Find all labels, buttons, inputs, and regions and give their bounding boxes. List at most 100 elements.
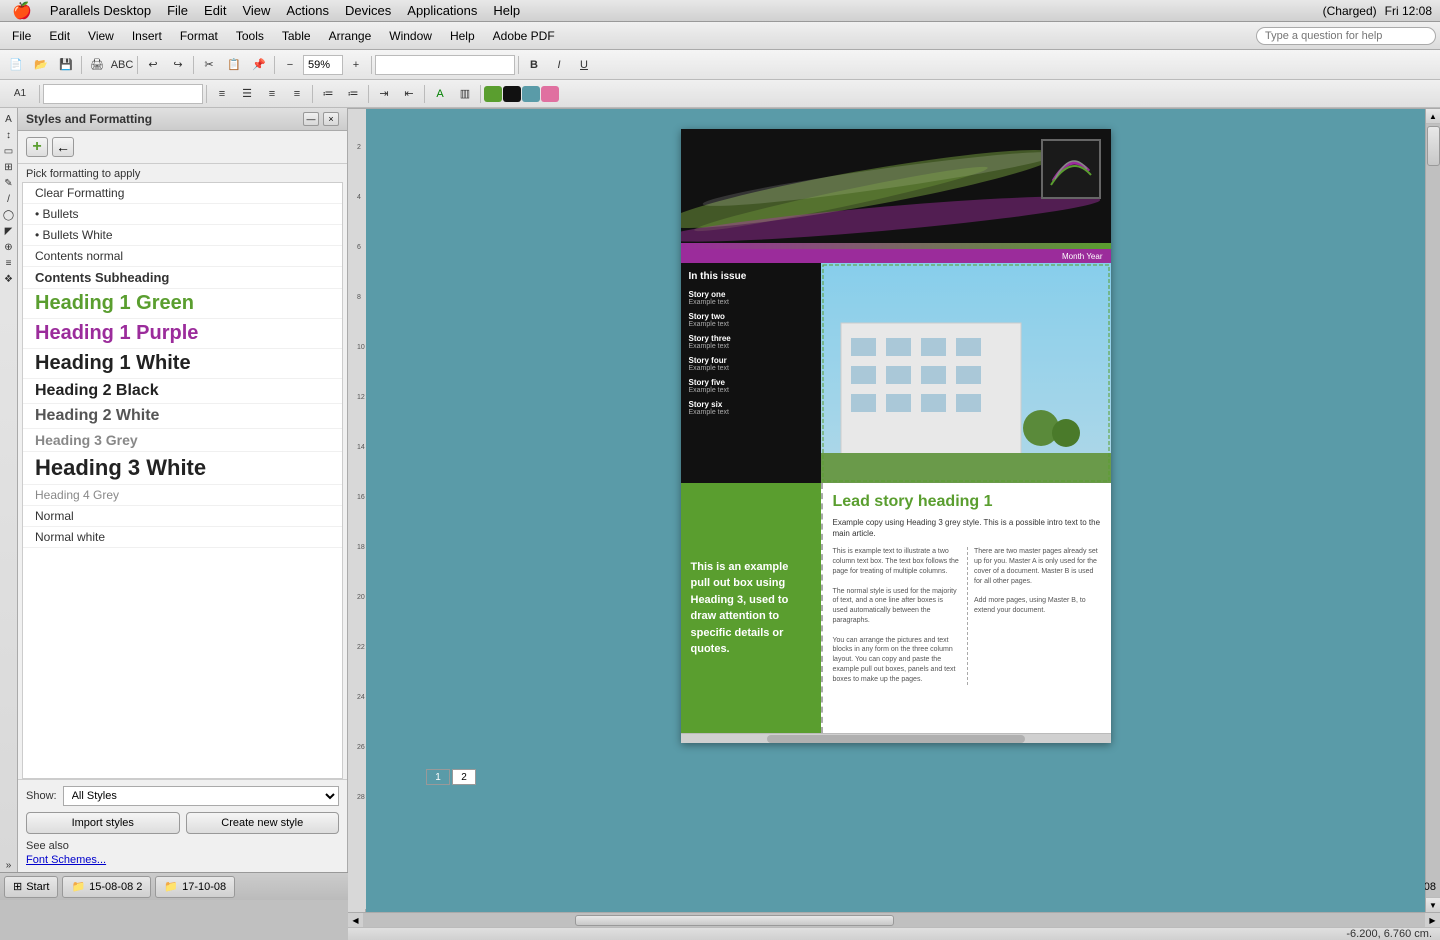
menu-view[interactable]: View	[234, 1, 278, 20]
lt-btn-12[interactable]: »	[2, 858, 16, 872]
app-menu-window[interactable]: Window	[381, 26, 440, 46]
open-btn[interactable]: 📂	[29, 54, 53, 76]
print-btn[interactable]: 🖨	[85, 54, 109, 76]
color-btn[interactable]: A	[428, 83, 452, 105]
cut-btn[interactable]: ✂	[197, 54, 221, 76]
taskbar-start[interactable]: ⊞ Start	[4, 876, 58, 898]
styles-btn[interactable]: A1	[4, 83, 36, 105]
style-item-bullets[interactable]: • Bullets	[23, 204, 342, 225]
align-center-btn[interactable]: ☰	[235, 83, 259, 105]
zoom-input[interactable]	[303, 55, 343, 75]
styles-new-btn[interactable]: +	[26, 137, 48, 157]
new-btn[interactable]: 📄	[4, 54, 28, 76]
app-menu-arrange[interactable]: Arrange	[321, 26, 380, 46]
align-right-btn[interactable]: ≡	[260, 83, 284, 105]
app-menu-view[interactable]: View	[80, 26, 122, 46]
panel-close-btn[interactable]: ×	[323, 112, 339, 126]
font-name-input[interactable]	[375, 55, 515, 75]
outdent-btn[interactable]: ⇤	[397, 83, 421, 105]
black-box-btn[interactable]	[503, 86, 521, 102]
style-item-h2-white[interactable]: Heading 2 White	[23, 404, 342, 429]
create-new-style-btn[interactable]: Create new style	[186, 812, 340, 834]
menu-applications[interactable]: Applications	[399, 1, 485, 20]
app-menu-help[interactable]: Help	[442, 26, 483, 46]
lt-btn-4[interactable]: ⊞	[2, 160, 16, 174]
horizontal-scrollbar[interactable]: ◀ ▶	[348, 912, 1440, 927]
align-justify-btn[interactable]: ≡	[285, 83, 309, 105]
panel-minimize-btn[interactable]: —	[303, 112, 319, 126]
taskbar-file2[interactable]: 📁 17-10-08	[155, 876, 235, 898]
style-item-h2-black[interactable]: Heading 2 Black	[23, 379, 342, 404]
align-left-btn[interactable]: ≡	[210, 83, 234, 105]
lt-btn-11[interactable]: ❖	[2, 272, 16, 286]
italic-btn[interactable]: I	[547, 54, 571, 76]
app-menu-adobepdf[interactable]: Adobe PDF	[485, 26, 563, 46]
scroll-thumb[interactable]	[1427, 126, 1440, 166]
style-item-h1-white[interactable]: Heading 1 White	[23, 349, 342, 379]
style-item-h1-green[interactable]: Heading 1 Green	[23, 289, 342, 319]
zoom-out-btn[interactable]: −	[278, 54, 302, 76]
style-item-h1-purple[interactable]: Heading 1 Purple	[23, 319, 342, 349]
menu-file[interactable]: File	[159, 1, 196, 20]
style-item-h3-grey[interactable]: Heading 3 Grey	[23, 429, 342, 452]
styles-delete-btn[interactable]: ←	[52, 137, 74, 157]
hscroll-left-btn[interactable]: ◀	[348, 913, 363, 928]
style-item-clear-formatting[interactable]: Clear Formatting	[23, 183, 342, 204]
style-item-normal[interactable]: Normal	[23, 506, 342, 527]
app-menu-file[interactable]: File	[4, 26, 39, 46]
zoom-in-btn[interactable]: +	[344, 54, 368, 76]
app-menu-tools[interactable]: Tools	[228, 26, 272, 46]
lt-btn-9[interactable]: ⊕	[2, 240, 16, 254]
lt-btn-1[interactable]: A	[2, 112, 16, 126]
paste-btn[interactable]: 📌	[247, 54, 271, 76]
font-schemes-link[interactable]: Font Schemes...	[26, 854, 339, 866]
save-btn[interactable]: 💾	[54, 54, 78, 76]
bg-color-btn[interactable]: ▥	[453, 83, 477, 105]
bold-btn[interactable]: B	[522, 54, 546, 76]
style-item-normal-white[interactable]: Normal white	[23, 527, 342, 548]
scroll-down-btn[interactable]: ▼	[1426, 897, 1440, 912]
lt-btn-3[interactable]: ▭	[2, 144, 16, 158]
show-styles-select[interactable]: All Styles	[63, 786, 339, 806]
apple-menu[interactable]: 🍎	[8, 1, 42, 21]
app-menu-format[interactable]: Format	[172, 26, 226, 46]
paragraph-style-input[interactable]	[43, 84, 203, 104]
page-tab-2[interactable]: 2	[452, 769, 476, 785]
app-name[interactable]: Parallels Desktop	[42, 1, 159, 20]
list-btn[interactable]: ≔	[316, 83, 340, 105]
lt-btn-6[interactable]: /	[2, 192, 16, 206]
redo-btn[interactable]: ↪	[166, 54, 190, 76]
spell-btn[interactable]: ABC	[110, 54, 134, 76]
style-item-h3-white[interactable]: Heading 3 White	[23, 452, 342, 485]
lt-btn-8[interactable]: ◤	[2, 224, 16, 238]
lt-btn-10[interactable]: ≡	[2, 256, 16, 270]
style-item-contents-subheading[interactable]: Contents Subheading	[23, 267, 342, 289]
app-menu-insert[interactable]: Insert	[124, 26, 170, 46]
taskbar-file1[interactable]: 📁 15-08-08 2	[62, 876, 151, 898]
hscroll-right-btn[interactable]: ▶	[1425, 913, 1440, 928]
document-canvas[interactable]: Month Year In this issue Story one Examp…	[366, 109, 1425, 912]
lt-btn-7[interactable]: ◯	[2, 208, 16, 222]
vertical-scrollbar[interactable]: ▲ ▼	[1425, 109, 1440, 912]
import-styles-btn[interactable]: Import styles	[26, 812, 180, 834]
lt-btn-2[interactable]: ↕	[2, 128, 16, 142]
numlist-btn[interactable]: ≔	[341, 83, 365, 105]
style-item-bullets-white[interactable]: • Bullets White	[23, 225, 342, 246]
page-tab-1[interactable]: 1	[426, 769, 450, 785]
help-search[interactable]	[1256, 27, 1436, 45]
pink-box-btn[interactable]	[541, 86, 559, 102]
app-menu-edit[interactable]: Edit	[41, 26, 78, 46]
blue-box-btn[interactable]	[522, 86, 540, 102]
lt-btn-5[interactable]: ✎	[2, 176, 16, 190]
menu-help[interactable]: Help	[485, 1, 528, 20]
menu-devices[interactable]: Devices	[337, 1, 399, 20]
menu-actions[interactable]: Actions	[278, 1, 337, 20]
menu-edit[interactable]: Edit	[196, 1, 234, 20]
style-item-contents-normal[interactable]: Contents normal	[23, 246, 342, 267]
app-menu-table[interactable]: Table	[274, 26, 319, 46]
underline-btn[interactable]: U	[572, 54, 596, 76]
indent-btn[interactable]: ⇥	[372, 83, 396, 105]
style-item-h4-grey[interactable]: Heading 4 Grey	[23, 485, 342, 506]
scroll-up-btn[interactable]: ▲	[1426, 109, 1440, 124]
green-box-btn[interactable]	[484, 86, 502, 102]
